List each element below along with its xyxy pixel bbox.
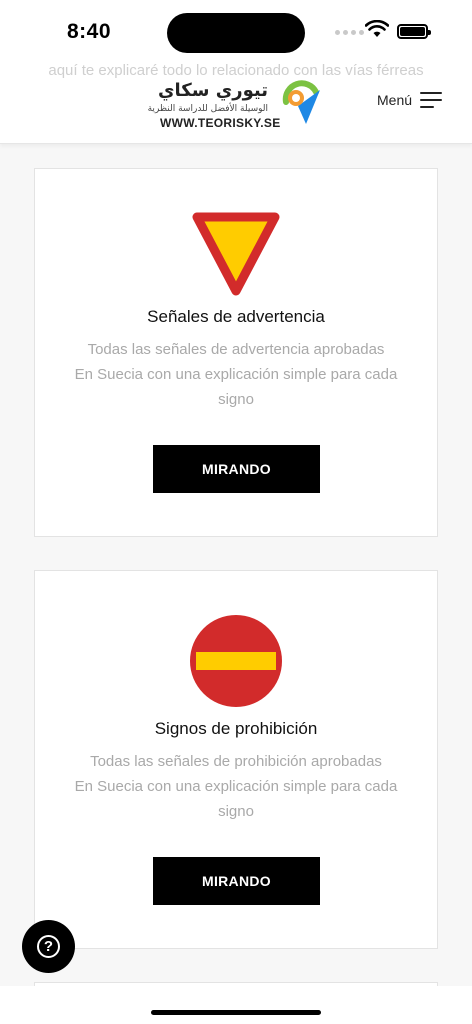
wifi-icon xyxy=(365,20,389,37)
card-title: Signos de prohibición xyxy=(154,719,318,738)
help-button[interactable]: ? xyxy=(22,920,75,973)
view-warning-signs-button[interactable]: MIRANDO xyxy=(153,445,320,493)
site-header: aquí te explicaré todo lo relacionado co… xyxy=(0,62,472,144)
view-prohibition-signs-button[interactable]: MIRANDO xyxy=(153,857,320,905)
status-time: 8:40 xyxy=(67,20,112,43)
card-description: Todas las señales de advertencia aprobad… xyxy=(35,337,437,412)
bottom-bar xyxy=(0,986,472,1024)
menu-button[interactable]: Menú xyxy=(377,92,443,108)
logo-arabic-name: تيوري سكاي xyxy=(158,80,268,101)
header-ghost-text: aquí te explicaré todo lo relacionado co… xyxy=(48,62,424,79)
card-description-line: Todas las señales de advertencia aprobad… xyxy=(87,341,385,358)
logo-url: WWW.TEORISKY.SE xyxy=(160,116,281,130)
menu-label: Menú xyxy=(377,92,413,108)
battery-icon xyxy=(397,24,431,39)
dynamic-island xyxy=(167,13,305,53)
hamburger-menu-icon xyxy=(420,92,443,108)
yield-triangle-icon xyxy=(192,212,280,296)
question-mark-icon: ? xyxy=(37,935,60,958)
main-content: Señales de advertencia Todas las señales… xyxy=(0,144,472,986)
home-indicator[interactable] xyxy=(151,1010,321,1015)
card-description-line: En Suecia con una explicación simple par… xyxy=(74,778,398,820)
location-pin-logo-icon xyxy=(282,80,320,124)
card-description-line: Todas las señales de prohibición aprobad… xyxy=(90,753,382,770)
status-bar: 8:40 xyxy=(0,0,472,62)
no-entry-icon xyxy=(190,615,282,707)
cellular-signal-icon xyxy=(335,30,364,35)
site-logo[interactable]: تيوري سكاي الوسيلة الأفضل للدراسة النظري… xyxy=(148,80,324,132)
card-warning-signs: Señales de advertencia Todas las señales… xyxy=(34,168,438,537)
logo-arabic-tagline: الوسيلة الأفضل للدراسة النظرية xyxy=(147,104,268,114)
card-prohibition-signs: Signos de prohibición Todas las señales … xyxy=(34,570,438,949)
card-title: Señales de advertencia xyxy=(147,307,325,326)
card-description-line: En Suecia con una explicación simple par… xyxy=(74,366,398,408)
card-description: Todas las señales de prohibición aprobad… xyxy=(35,749,437,824)
